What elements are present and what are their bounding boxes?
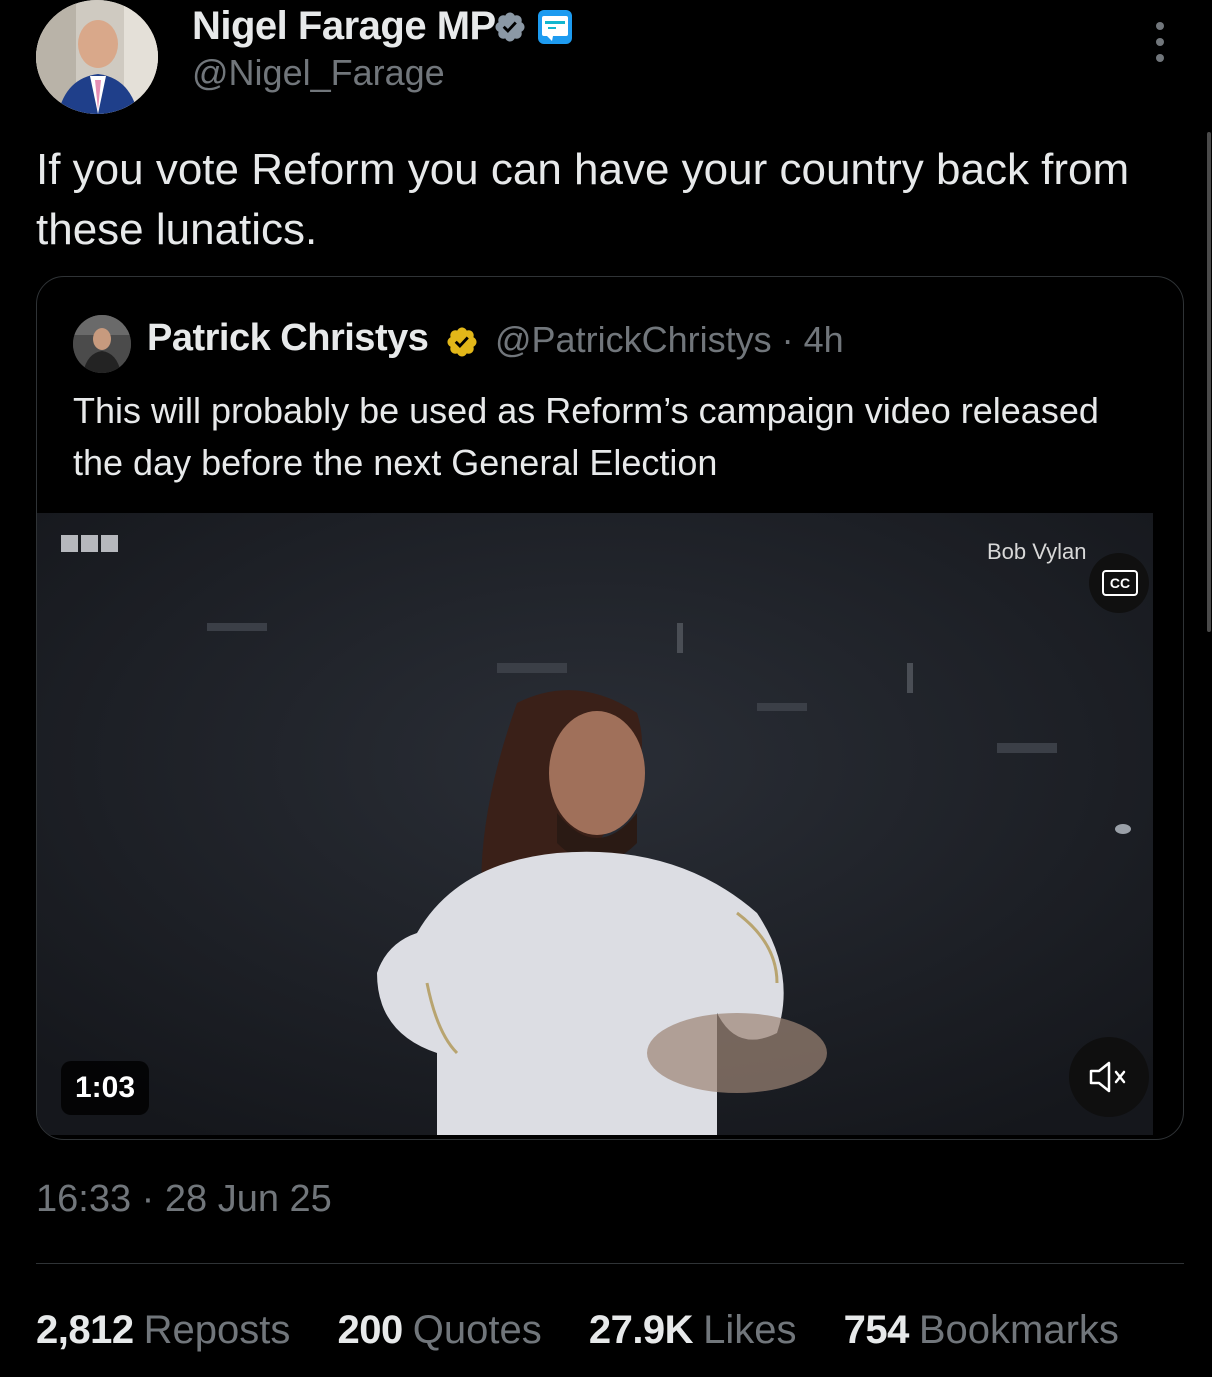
video-name-caption: Bob Vylan [987, 539, 1087, 564]
reposts-stat[interactable]: 2,812 Reposts [36, 1308, 290, 1352]
unmute-button[interactable] [1069, 1037, 1149, 1117]
tweet-text: If you vote Reform you can have your cou… [36, 145, 1130, 254]
quoted-author-avatar[interactable] [73, 315, 131, 373]
quoted-handle-text[interactable]: @PatrickChristys [495, 319, 772, 360]
divider [36, 1263, 1184, 1264]
likes-stat[interactable]: 27.9K Likes [589, 1308, 797, 1352]
video-duration: 1:03 [61, 1061, 150, 1115]
affiliate-badge[interactable] [538, 10, 572, 44]
quoted-author-name[interactable]: Patrick Christys [147, 317, 429, 360]
author-avatar[interactable] [36, 0, 158, 114]
likes-label: Likes [703, 1308, 797, 1352]
verified-gold-badge-icon [445, 325, 479, 359]
quoted-tweet-text: This will probably be used as Reform’s c… [73, 390, 1099, 483]
bookmarks-stat[interactable]: 754 Bookmarks [844, 1308, 1119, 1352]
verified-badge-icon [493, 10, 527, 44]
author-handle[interactable]: @Nigel_Farage [192, 52, 445, 94]
quoted-tweet-card[interactable]: Patrick Christys @PatrickChristys · 4h T… [36, 276, 1184, 1140]
captions-icon: CC [1102, 570, 1138, 596]
quoted-age: · 4h [781, 319, 844, 360]
reposts-count: 2,812 [36, 1308, 134, 1352]
scrollbar[interactable] [1207, 132, 1211, 632]
bookmarks-count: 754 [843, 1308, 910, 1352]
captions-button[interactable]: CC [1089, 553, 1149, 613]
quoted-author-handle[interactable]: @PatrickChristys · 4h [495, 319, 844, 361]
author-name[interactable]: Nigel Farage MP [192, 4, 496, 49]
video-frame [37, 513, 1153, 1135]
quotes-label: Quotes [412, 1308, 542, 1352]
more-options-icon[interactable] [1152, 22, 1168, 62]
reposts-label: Reposts [143, 1308, 291, 1352]
quotes-count: 200 [337, 1308, 403, 1352]
tweet-timestamp[interactable]: 16:33 · 28 Jun 25 [36, 1178, 332, 1221]
muted-speaker-icon [1089, 1061, 1126, 1093]
video-player[interactable]: Bob Vylan CC 1:03 [37, 513, 1153, 1135]
quotes-stat[interactable]: 200 Quotes [337, 1308, 541, 1352]
bookmarks-label: Bookmarks [918, 1308, 1119, 1352]
engagement-stats: 2,812 Reposts 200 Quotes 27.9K Likes 754 Boo… [36, 1308, 1119, 1353]
broadcaster-logo [61, 535, 121, 557]
likes-count: 27.9K [588, 1308, 694, 1352]
